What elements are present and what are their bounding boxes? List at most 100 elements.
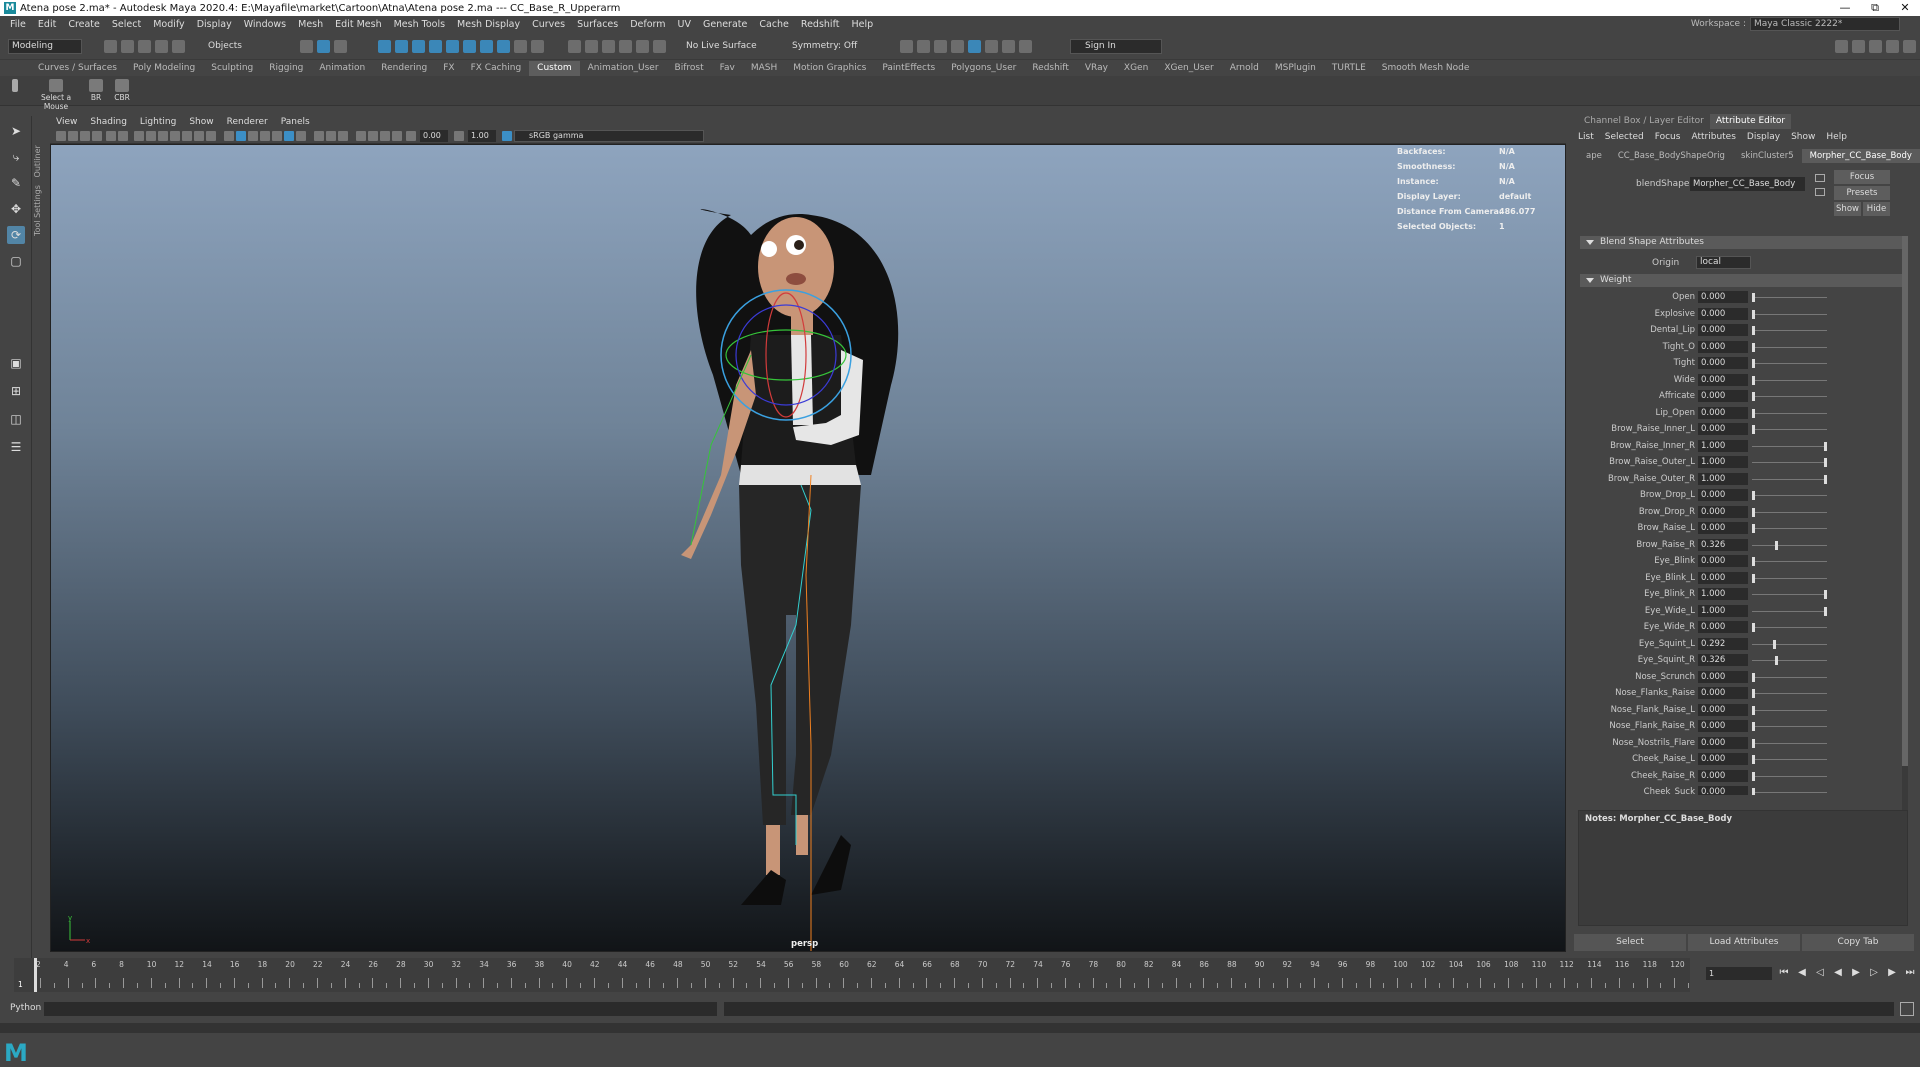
weight-slider-thumb[interactable] <box>1752 309 1755 319</box>
weight-slider-track[interactable] <box>1752 643 1827 645</box>
go-to-input-icon[interactable] <box>1815 174 1825 182</box>
shelf-tab[interactable]: FX <box>435 61 462 76</box>
select-handle-icon[interactable] <box>378 40 391 53</box>
weight-value-field[interactable]: 0.000 <box>1698 357 1748 369</box>
weight-value-field[interactable]: 0.000 <box>1698 505 1748 518</box>
open-scene-icon[interactable] <box>121 40 134 53</box>
select-joint-icon[interactable] <box>395 40 408 53</box>
weight-value-field[interactable]: 0.000 <box>1698 753 1748 765</box>
tab-channel-box[interactable]: Channel Box / Layer Editor <box>1578 114 1710 129</box>
step-back-frame-icon[interactable]: ◁ <box>1814 967 1826 979</box>
workspace-dropdown[interactable]: Maya Classic 2222* <box>1750 17 1900 31</box>
weight-value-field[interactable]: 0.326 <box>1698 538 1748 551</box>
load-attributes-button[interactable]: Load Attributes <box>1688 934 1800 951</box>
select-surface-icon[interactable] <box>429 40 442 53</box>
menu-mesh[interactable]: Mesh <box>292 19 329 30</box>
menu-help[interactable]: Help <box>845 19 879 30</box>
weight-slider-track[interactable] <box>1752 297 1827 298</box>
shelf-tab[interactable]: Curves / Surfaces <box>30 61 125 76</box>
snap-view-plane-icon[interactable] <box>636 40 649 53</box>
weight-slider-thumb[interactable] <box>1752 491 1755 500</box>
weight-slider-track[interactable] <box>1752 330 1827 331</box>
shelf-tab[interactable]: Polygons_User <box>943 61 1024 76</box>
weight-value-field[interactable]: 1.000 <box>1698 588 1748 600</box>
weight-slider-track[interactable] <box>1752 495 1827 496</box>
selection-mode-dropdown[interactable]: Objects <box>208 40 242 53</box>
minimize-icon[interactable]: — <box>1830 0 1860 16</box>
origin-dropdown[interactable]: local <box>1696 256 1751 269</box>
render-setup-icon[interactable] <box>985 40 998 53</box>
new-scene-icon[interactable] <box>104 40 117 53</box>
gate-mask-icon[interactable] <box>170 131 180 141</box>
gamma-icon[interactable] <box>454 131 464 141</box>
select-render-icon[interactable] <box>480 40 493 53</box>
character-model[interactable] <box>51 145 1566 952</box>
weight-slider-track[interactable] <box>1752 445 1827 447</box>
weight-slider-thumb[interactable] <box>1775 656 1779 665</box>
undo-icon[interactable] <box>155 40 168 53</box>
weight-slider-thumb[interactable] <box>1752 524 1755 533</box>
weight-value-field[interactable]: 0.326 <box>1698 654 1748 666</box>
menu-edit[interactable]: Edit <box>32 19 62 30</box>
show-button[interactable]: Show <box>1834 202 1861 216</box>
shelf-tab[interactable]: XGen_User <box>1156 61 1221 76</box>
go-to-end-icon[interactable]: ⏭ <box>1904 967 1916 979</box>
weight-slider-track[interactable] <box>1752 528 1827 529</box>
isolate-select-icon[interactable] <box>356 131 366 141</box>
menu-modify[interactable]: Modify <box>147 19 190 30</box>
weight-slider-thumb[interactable] <box>1824 474 1827 484</box>
ae-menu-display[interactable]: Display <box>1747 132 1780 142</box>
menu-display[interactable]: Display <box>191 19 238 30</box>
focus-button[interactable]: Focus <box>1834 170 1890 184</box>
two-d-pan-icon[interactable] <box>106 131 116 141</box>
weight-value-field[interactable]: 0.000 <box>1698 571 1748 584</box>
snap-projected-center-icon[interactable] <box>619 40 632 53</box>
weight-slider-thumb[interactable] <box>1752 573 1755 583</box>
weight-slider-track[interactable] <box>1752 511 1827 513</box>
command-language-label[interactable]: Python <box>10 1003 41 1013</box>
step-forward-frame-icon[interactable]: ▷ <box>1868 967 1880 979</box>
menu-select[interactable]: Select <box>106 19 147 30</box>
weight-slider-track[interactable] <box>1752 759 1827 760</box>
tool-settings-toggle-icon[interactable] <box>1869 40 1882 53</box>
grid-icon[interactable] <box>134 131 144 141</box>
section-weight[interactable]: Weight <box>1580 274 1908 287</box>
xray-joints-icon[interactable] <box>380 131 390 141</box>
shelf-tab[interactable]: Sculpting <box>203 61 261 76</box>
weight-value-field[interactable]: 0.000 <box>1698 340 1748 353</box>
shelf-tab[interactable]: Arnold <box>1222 61 1267 76</box>
weight-slider-thumb[interactable] <box>1752 392 1755 401</box>
ipr-render-icon[interactable] <box>934 40 947 53</box>
current-frame-field[interactable]: 1 <box>1706 967 1772 980</box>
snap-grid-icon[interactable] <box>568 40 581 53</box>
weight-slider-thumb[interactable] <box>1824 590 1827 599</box>
select-deformer-icon[interactable] <box>446 40 459 53</box>
panel-menu-view[interactable]: View <box>56 117 77 127</box>
color-management-icon[interactable] <box>502 131 512 141</box>
ae-menu-help[interactable]: Help <box>1826 132 1847 142</box>
weight-slider-track[interactable] <box>1752 742 1827 744</box>
weight-slider-thumb[interactable] <box>1752 507 1755 517</box>
weight-value-field[interactable]: 0.000 <box>1698 555 1748 567</box>
menu-surfaces[interactable]: Surfaces <box>571 19 624 30</box>
weight-value-field[interactable]: 0.000 <box>1698 522 1748 534</box>
panel-menu-renderer[interactable]: Renderer <box>227 117 268 127</box>
settings-gear-icon[interactable] <box>1903 40 1916 53</box>
shelf-tab[interactable]: VRay <box>1077 61 1116 76</box>
wireframe-icon[interactable] <box>224 131 234 141</box>
shelf-tab[interactable]: XGen <box>1116 61 1156 76</box>
menu-mesh-tools[interactable]: Mesh Tools <box>388 19 451 30</box>
weight-value-field[interactable]: 0.292 <box>1698 637 1748 650</box>
outliner-layout-icon[interactable]: ☰ <box>7 438 25 456</box>
weight-slider-track[interactable] <box>1752 676 1827 678</box>
weight-slider-track[interactable] <box>1752 726 1827 727</box>
ae-menu-list[interactable]: List <box>1578 132 1594 142</box>
shelf-tab[interactable]: Animation_User <box>580 61 667 76</box>
ae-menu-focus[interactable]: Focus <box>1655 132 1681 142</box>
close-icon[interactable]: ✕ <box>1890 0 1920 16</box>
shelf-tab[interactable]: Fav <box>712 61 743 76</box>
node-tab[interactable]: CC_Base_BodyShapeOrig <box>1610 149 1733 163</box>
render-settings-icon[interactable] <box>951 40 964 53</box>
weight-value-field[interactable]: 0.000 <box>1698 291 1748 303</box>
shelf-tab[interactable]: Redshift <box>1024 61 1077 76</box>
